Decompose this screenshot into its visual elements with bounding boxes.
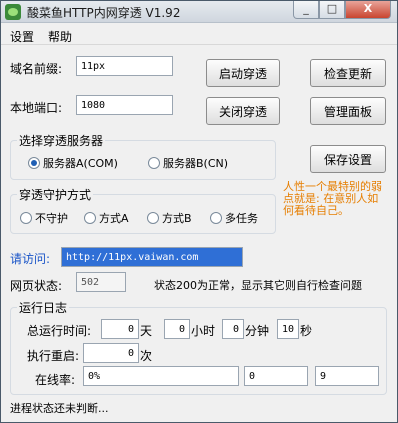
- guard-none-label: 不守护: [35, 212, 68, 225]
- online-count-a-field[interactable]: [244, 366, 308, 386]
- minutes-field[interactable]: [222, 319, 244, 339]
- access-label: 请访问:: [10, 252, 51, 266]
- seconds-unit: 秒: [300, 324, 313, 338]
- guard-none-radio[interactable]: 不守护: [20, 210, 68, 226]
- domain-label: 域名前缀:: [10, 62, 63, 76]
- restart-count-field[interactable]: [83, 343, 139, 363]
- menu-bar: 设置 帮助: [1, 26, 397, 45]
- menu-settings[interactable]: 设置: [10, 28, 34, 45]
- online-count-b-field[interactable]: [315, 366, 379, 386]
- app-window: 酸菜鱼HTTP内网穿透 V1.92 _ □ X 设置 帮助 域名前缀: 本地端口…: [0, 0, 398, 423]
- restart-unit: 次: [140, 349, 153, 363]
- server-a-radio[interactable]: 服务器A(COM): [28, 155, 118, 171]
- guard-group-title: 穿透守护方式: [17, 186, 94, 203]
- access-url-field[interactable]: [61, 247, 243, 267]
- run-log-group: 运行日志 总运行时间: 天 小时 分钟 秒 执行重启: 次 在线率:: [10, 299, 387, 395]
- seconds-field[interactable]: [277, 319, 299, 339]
- guard-mode-a-radio[interactable]: 方式A: [84, 210, 129, 226]
- guard-mode-b-radio[interactable]: 方式B: [147, 210, 192, 226]
- page-status-label: 网页状态:: [10, 279, 63, 293]
- server-group: 选择穿透服务器 服务器A(COM) 服务器B(CN): [10, 132, 276, 180]
- guard-mode-a-label: 方式A: [99, 212, 129, 225]
- hours-field[interactable]: [164, 319, 190, 339]
- domain-prefix-input[interactable]: [76, 56, 173, 76]
- admin-panel-button[interactable]: 管理面板: [310, 97, 386, 125]
- radio-selected-icon: [28, 157, 40, 169]
- online-rate-label: 在线率:: [35, 373, 76, 387]
- title-bar[interactable]: 酸菜鱼HTTP内网穿透 V1.92 _ □ X: [1, 1, 397, 23]
- days-unit: 天: [140, 324, 153, 338]
- quote-note: 人性一个最特别的弱点就是: 在意别人如何看待自己。: [283, 180, 382, 217]
- days-field[interactable]: [101, 319, 139, 339]
- radio-unselected-icon: [84, 212, 96, 224]
- menu-help[interactable]: 帮助: [48, 28, 72, 45]
- hours-unit: 小时: [191, 324, 216, 338]
- radio-unselected-icon: [147, 212, 159, 224]
- close-button[interactable]: X: [345, 1, 391, 19]
- radio-unselected-icon: [148, 157, 160, 169]
- minimize-button[interactable]: _: [293, 1, 319, 19]
- process-status-text: 进程状态还未判断...: [10, 402, 109, 415]
- server-b-label: 服务器B(CN): [163, 157, 229, 170]
- port-label: 本地端口:: [10, 101, 63, 115]
- local-port-input[interactable]: [76, 95, 173, 115]
- page-status-field[interactable]: [76, 272, 126, 292]
- maximize-button[interactable]: □: [319, 1, 345, 19]
- run-log-title: 运行日志: [17, 299, 70, 316]
- start-tunnel-button[interactable]: 启动穿透: [206, 59, 280, 87]
- online-rate-field[interactable]: [83, 366, 239, 386]
- check-update-button[interactable]: 检查更新: [310, 59, 386, 87]
- server-b-radio[interactable]: 服务器B(CN): [148, 155, 228, 171]
- window-title: 酸菜鱼HTTP内网穿透 V1.92: [27, 6, 181, 20]
- app-fish-icon: [5, 4, 21, 20]
- stop-tunnel-button[interactable]: 关闭穿透: [206, 97, 280, 125]
- restart-label: 执行重启:: [27, 349, 80, 363]
- minutes-unit: 分钟: [245, 324, 270, 338]
- total-time-label: 总运行时间:: [27, 324, 92, 338]
- guard-multitask-radio[interactable]: 多任务: [210, 210, 258, 226]
- guard-group: 穿透守护方式 不守护 方式A 方式B 多任务: [10, 186, 276, 234]
- server-group-title: 选择穿透服务器: [17, 132, 106, 149]
- radio-unselected-icon: [20, 212, 32, 224]
- page-status-hint: 状态200为正常，显示其它则自行检查问题: [154, 279, 362, 292]
- radio-unselected-icon: [210, 212, 222, 224]
- server-a-label: 服务器A(COM): [43, 157, 118, 170]
- save-settings-button[interactable]: 保存设置: [310, 145, 386, 173]
- guard-mode-b-label: 方式B: [162, 212, 192, 225]
- guard-multitask-label: 多任务: [225, 212, 258, 225]
